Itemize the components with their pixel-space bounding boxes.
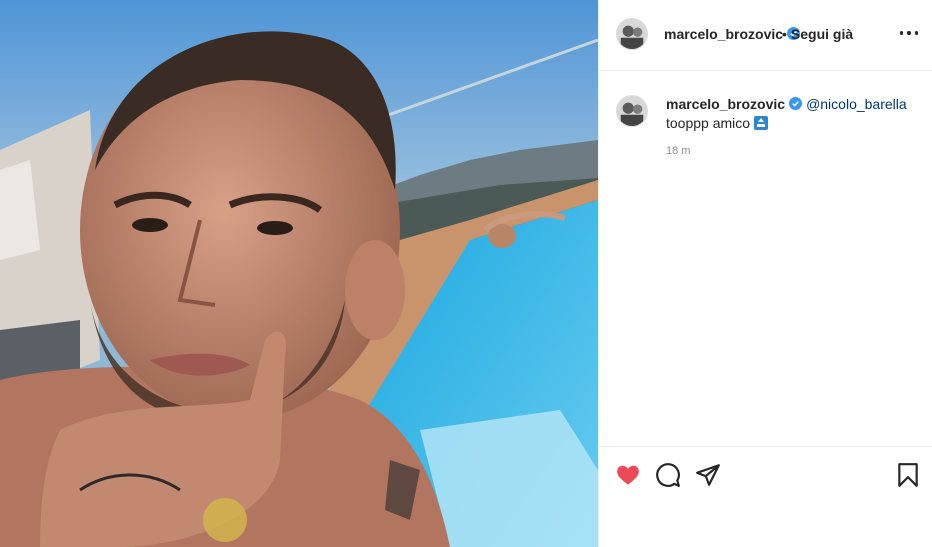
comment-bubble-icon (656, 463, 680, 487)
heart-icon (617, 465, 639, 485)
caption-text-line: tooppp amico (666, 115, 769, 131)
like-button[interactable] (615, 462, 641, 488)
action-bar (599, 446, 932, 547)
bookmark-icon (898, 463, 918, 487)
pool-selfie-image (0, 0, 598, 547)
avatar[interactable] (616, 18, 648, 50)
comment-button[interactable] (655, 462, 681, 488)
follow-status: • Segui già (780, 26, 853, 42)
top-arrow-emoji (754, 116, 769, 130)
post-timestamp[interactable]: 18 m (666, 145, 690, 157)
post-photo[interactable] (0, 0, 598, 547)
verified-badge-icon (789, 97, 803, 110)
avatar[interactable] (616, 95, 648, 127)
post-side-panel: marcelo_brozovic • Segui già marcelo_broz… (598, 0, 932, 547)
caption-line: marcelo_brozovic @nicolo_barella (666, 96, 907, 112)
paper-plane-icon (696, 464, 720, 486)
caption-username[interactable]: marcelo_brozovic (666, 96, 785, 112)
caption-text: tooppp amico (666, 115, 751, 131)
save-button[interactable] (895, 462, 921, 488)
more-options-icon[interactable] (900, 30, 918, 36)
header-username-text[interactable]: marcelo_brozovic (664, 26, 783, 42)
separator-dot: • (782, 26, 787, 42)
mention-link[interactable]: @nicolo_barella (806, 96, 907, 112)
follow-button[interactable]: Segui già (791, 26, 853, 42)
post-header: marcelo_brozovic • Segui già (599, 0, 932, 71)
share-button[interactable] (695, 462, 721, 488)
